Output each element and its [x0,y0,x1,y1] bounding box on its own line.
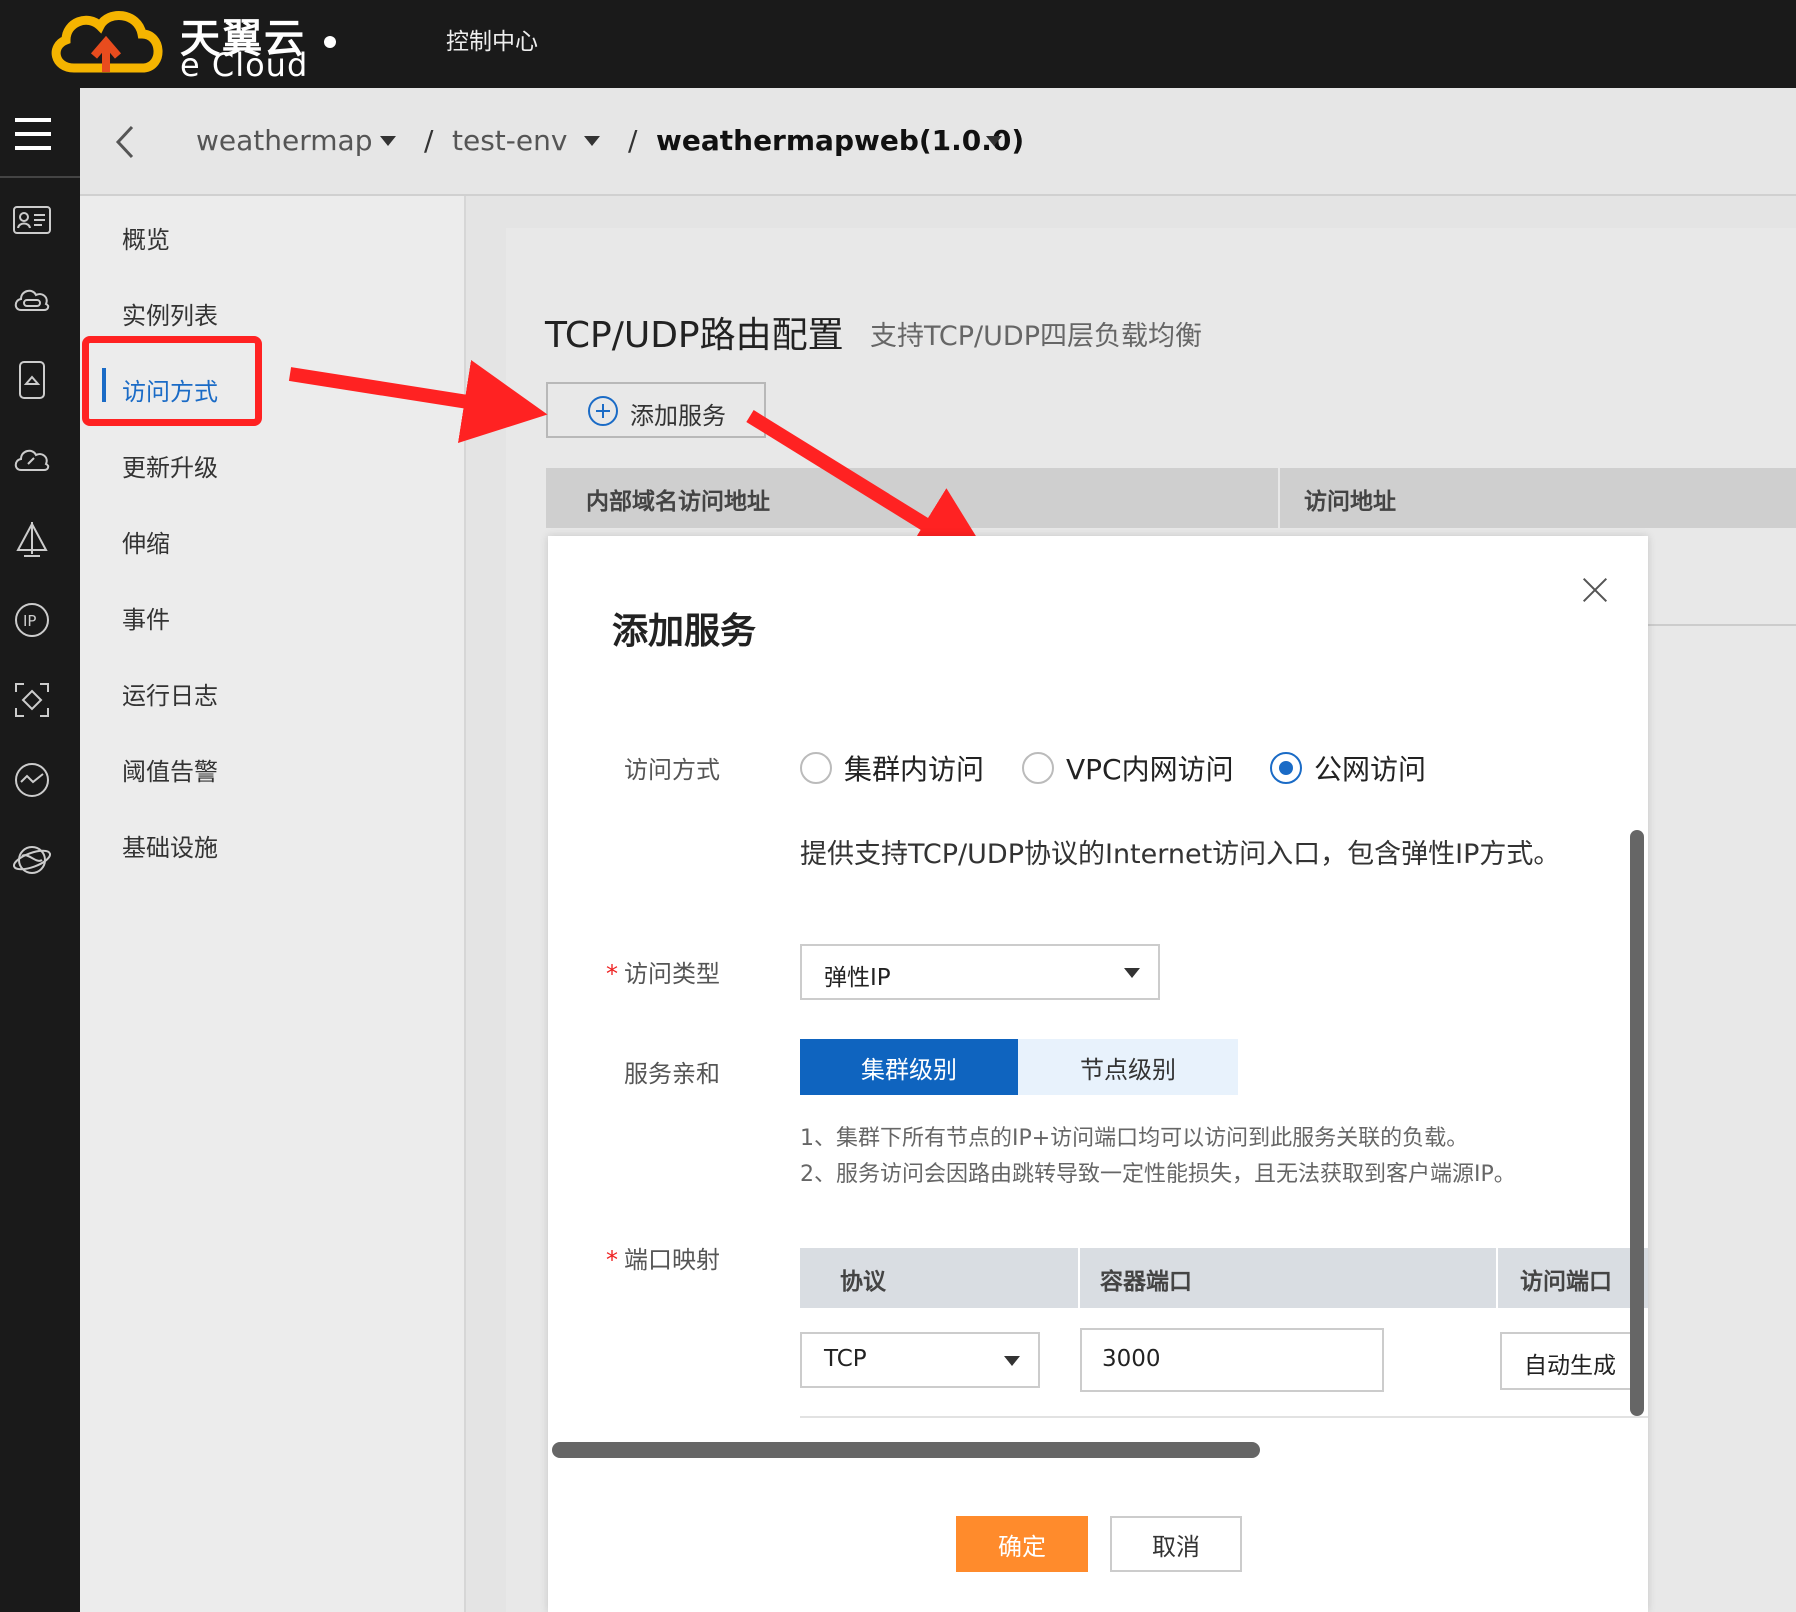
required-mark: * [606,1246,618,1274]
nav-item-overview[interactable]: 概览 [122,220,170,255]
access-description: 提供支持TCP/UDP协议的Internet访问入口，包含弹性IP方式。 [800,839,1561,870]
nav-item-infrastructure[interactable]: 基础设施 [122,828,218,863]
protocol-select[interactable]: TCP [800,1332,1040,1388]
vertical-scrollbar[interactable] [1630,830,1644,1416]
container-port-input[interactable]: 3000 [1080,1328,1384,1392]
chevron-down-icon[interactable] [584,136,600,146]
top-bar: 天翼云 e Cloud 控制中心 [0,0,1796,88]
horizontal-scrollbar[interactable] [552,1442,1260,1458]
access-type-label: * 访问类型 [606,960,720,988]
back-icon[interactable] [114,124,138,164]
diamond-scan-icon[interactable] [12,680,52,720]
sail-icon[interactable] [12,520,52,560]
radio-cluster[interactable]: 集群内访问 [800,748,984,788]
column-access-port: 访问端口 [1520,1269,1612,1295]
radio-label: VPC内网访问 [1066,753,1234,786]
nav-item-scaling[interactable]: 伸缩 [122,524,170,559]
port-mapping-label: * 端口映射 [606,1246,720,1274]
logo[interactable]: 天翼云 e Cloud [44,2,354,84]
chevron-down-icon[interactable] [380,136,396,146]
cloud-disk-icon[interactable] [12,280,52,320]
page-subtitle: 支持TCP/UDP四层负载均衡 [870,321,1202,352]
cancel-button[interactable]: 取消 [1110,1516,1242,1572]
required-mark: * [606,960,618,988]
add-service-label: 添加服务 [630,402,726,430]
breadcrumb-app[interactable]: weathermap [196,124,372,157]
table-divider [1648,624,1796,626]
nav-item-instances[interactable]: 实例列表 [122,296,218,331]
radio-public[interactable]: 公网访问 [1270,748,1426,788]
affinity-node-button[interactable]: 节点级别 [1018,1039,1238,1095]
nav-item-alarms[interactable]: 阈值告警 [122,752,218,787]
nav-item-logs[interactable]: 运行日志 [122,676,218,711]
affinity-hint-2: 2、服务访问会因路由跳转导致一定性能损失，且无法获取到客户端源IP。 [800,1162,1516,1187]
chevron-down-icon [1124,968,1140,978]
close-icon[interactable] [1578,574,1612,608]
radio-label: 公网访问 [1314,753,1427,786]
nav-item-upgrade[interactable]: 更新升级 [122,448,218,483]
brand-dot [324,36,336,48]
breadcrumb-env[interactable]: test-env [452,124,567,157]
column-container-port: 容器端口 [1100,1269,1192,1295]
icon-rail: IP [0,88,80,1612]
radio-circle-selected [1270,752,1302,784]
id-card-icon[interactable] [12,200,52,240]
ip-icon[interactable]: IP [12,600,52,640]
menu-button[interactable] [0,88,80,178]
protocol-value: TCP [824,1346,867,1372]
svg-text:IP: IP [23,612,36,630]
brand-name-en: e Cloud [180,46,309,84]
nav-item-events[interactable]: 事件 [122,600,170,635]
add-service-dialog: 添加服务 访问方式 集群内访问 VPC内网访问 公网访问 提供支持TCP/UDP… [548,536,1648,1612]
add-service-button[interactable]: 添加服务 [546,382,766,438]
breadcrumb-separator: / [628,124,638,157]
chevron-down-icon[interactable] [986,136,1002,146]
dialog-title: 添加服务 [612,611,757,652]
affinity-label: 服务亲和 [624,1060,720,1088]
column-internal-domain: 内部域名访问地址 [586,489,770,515]
route-table-header: 内部域名访问地址 访问地址 [546,468,1796,528]
cloud-icon[interactable] [12,440,52,480]
annotation-highlight-box [82,336,262,426]
page-title: TCP/UDP路由配置 [545,315,844,356]
access-type-value: 弹性IP [824,965,891,991]
port-mapping-header: 协议 容器端口 访问端口 [800,1248,1648,1308]
confirm-button[interactable]: 确定 [956,1516,1088,1572]
chevron-down-icon [1004,1356,1020,1366]
mobile-icon[interactable] [12,360,52,400]
affinity-hint-1: 1、集群下所有节点的IP+访问端口均可以访问到此服务关联的负载。 [800,1126,1469,1151]
access-type-select[interactable]: 弹性IP [800,944,1160,1000]
breadcrumb-separator: / [424,124,434,157]
globe-icon[interactable] [12,840,52,880]
port-row-divider [800,1416,1648,1418]
monitor-icon[interactable] [12,760,52,800]
radio-circle [800,752,832,784]
radio-circle [1022,752,1054,784]
add-circle-icon [588,396,618,426]
breadcrumb-service[interactable]: weathermapweb(1.0.0) [656,124,1024,157]
radio-vpc[interactable]: VPC内网访问 [1022,748,1234,788]
column-protocol: 协议 [840,1269,886,1295]
console-title[interactable]: 控制中心 [446,22,538,56]
breadcrumb: weathermap / test-env / weathermapweb(1.… [80,88,1796,196]
auto-generate-button[interactable]: 自动生成 [1500,1332,1640,1390]
cloud-logo-icon [51,11,163,73]
access-method-label: 访问方式 [624,756,720,784]
column-access-address: 访问地址 [1304,489,1396,515]
radio-label: 集群内访问 [844,753,985,786]
container-port-value: 3000 [1102,1346,1161,1372]
affinity-cluster-button[interactable]: 集群级别 [800,1039,1018,1095]
